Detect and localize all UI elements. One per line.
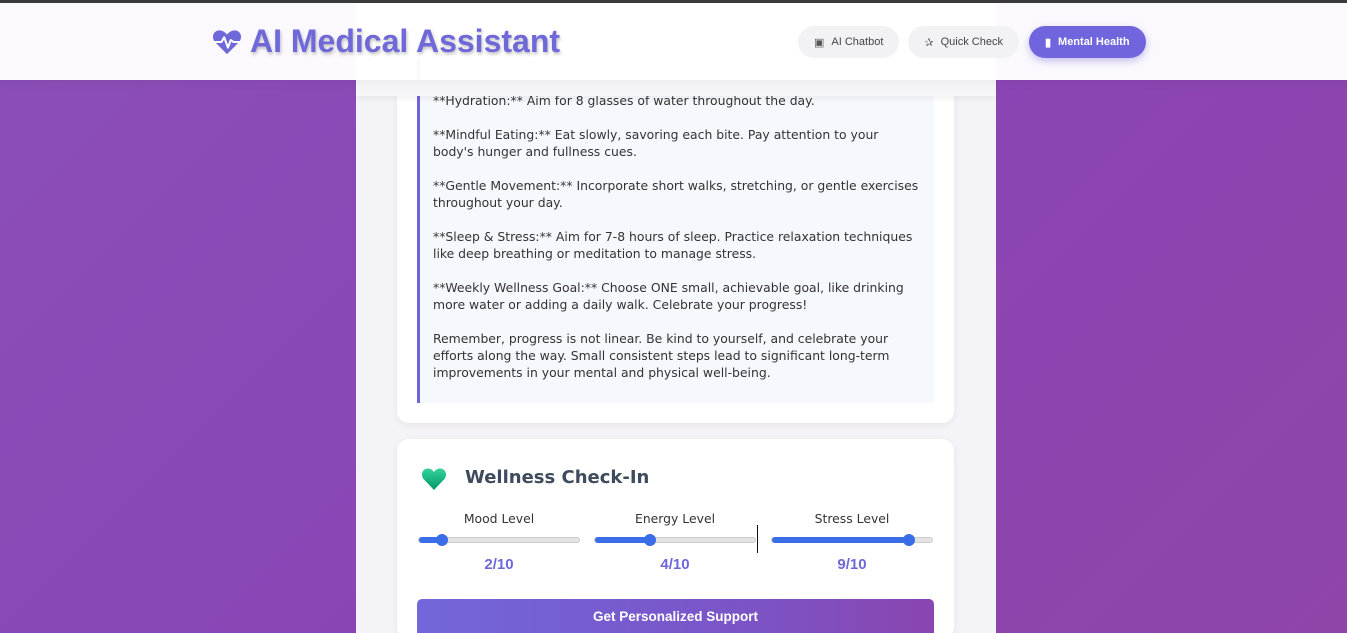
stress-label: Stress Level bbox=[814, 511, 890, 526]
stress-slider[interactable] bbox=[771, 534, 933, 546]
nav-label: AI Chatbot bbox=[831, 36, 884, 48]
advice-paragraph: **Weekly Wellness Goal:** Choose ONE sma… bbox=[433, 280, 904, 312]
advice-paragraph: **Mindful Eating:** Eat slowly, savoring… bbox=[433, 127, 879, 159]
green-heart-icon bbox=[421, 468, 447, 490]
brand[interactable]: AI Medical Assistant bbox=[212, 23, 560, 60]
stress-slider-fill bbox=[772, 537, 910, 543]
app-title: AI Medical Assistant bbox=[250, 23, 561, 59]
wellness-title: Wellness Check-In bbox=[465, 467, 650, 488]
stress-slider-thumb[interactable] bbox=[903, 534, 916, 546]
energy-slider-group: Energy Level 4/10 bbox=[594, 511, 756, 573]
energy-slider-thumb[interactable] bbox=[644, 534, 657, 546]
header-overlap bbox=[356, 80, 996, 96]
advice-text: **Hydration:** Aim for 8 glasses of wate… bbox=[417, 60, 934, 403]
energy-label: Energy Level bbox=[634, 511, 716, 526]
top-navbar: AI Medical Assistant ▣ AI Chatbot ✰ Quic… bbox=[0, 3, 1347, 80]
window-top-edge bbox=[0, 0, 1347, 3]
robot-icon: ▣ bbox=[814, 36, 825, 49]
advice-paragraph: **Gentle Movement:** Incorporate short w… bbox=[433, 178, 919, 210]
nav-label: Quick Check bbox=[940, 36, 1003, 48]
mood-label: Mood Level bbox=[463, 511, 535, 526]
mood-slider-group: Mood Level 2/10 bbox=[418, 511, 580, 573]
heartbeat-icon bbox=[212, 29, 242, 54]
nav-quick-check[interactable]: ✰ Quick Check bbox=[908, 26, 1019, 58]
energy-slider-fill bbox=[595, 537, 651, 543]
text-cursor bbox=[757, 525, 758, 553]
mood-value: 2/10 bbox=[484, 556, 514, 573]
brain-icon: ▮ bbox=[1044, 36, 1052, 49]
stethoscope-icon: ✰ bbox=[924, 36, 934, 49]
nav-label: Mental Health bbox=[1058, 36, 1130, 48]
nav-mental-health[interactable]: ▮ Mental Health bbox=[1028, 26, 1146, 58]
stress-value: 9/10 bbox=[837, 556, 867, 573]
stress-slider-group: Stress Level 9/10 bbox=[771, 511, 933, 573]
mood-slider-thumb[interactable] bbox=[435, 534, 448, 546]
get-support-button[interactable]: Get Personalized Support bbox=[417, 599, 934, 633]
mood-slider[interactable] bbox=[418, 534, 580, 546]
nav-ai-chatbot[interactable]: ▣ AI Chatbot bbox=[798, 26, 900, 58]
advice-paragraph: **Sleep & Stress:** Aim for 7-8 hours of… bbox=[433, 229, 913, 261]
advice-paragraph: Remember, progress is not linear. Be kin… bbox=[433, 331, 890, 380]
energy-slider[interactable] bbox=[594, 534, 756, 546]
energy-value: 4/10 bbox=[660, 556, 690, 573]
main-nav: ▣ AI Chatbot ✰ Quick Check ▮ Mental Heal… bbox=[798, 26, 1155, 58]
